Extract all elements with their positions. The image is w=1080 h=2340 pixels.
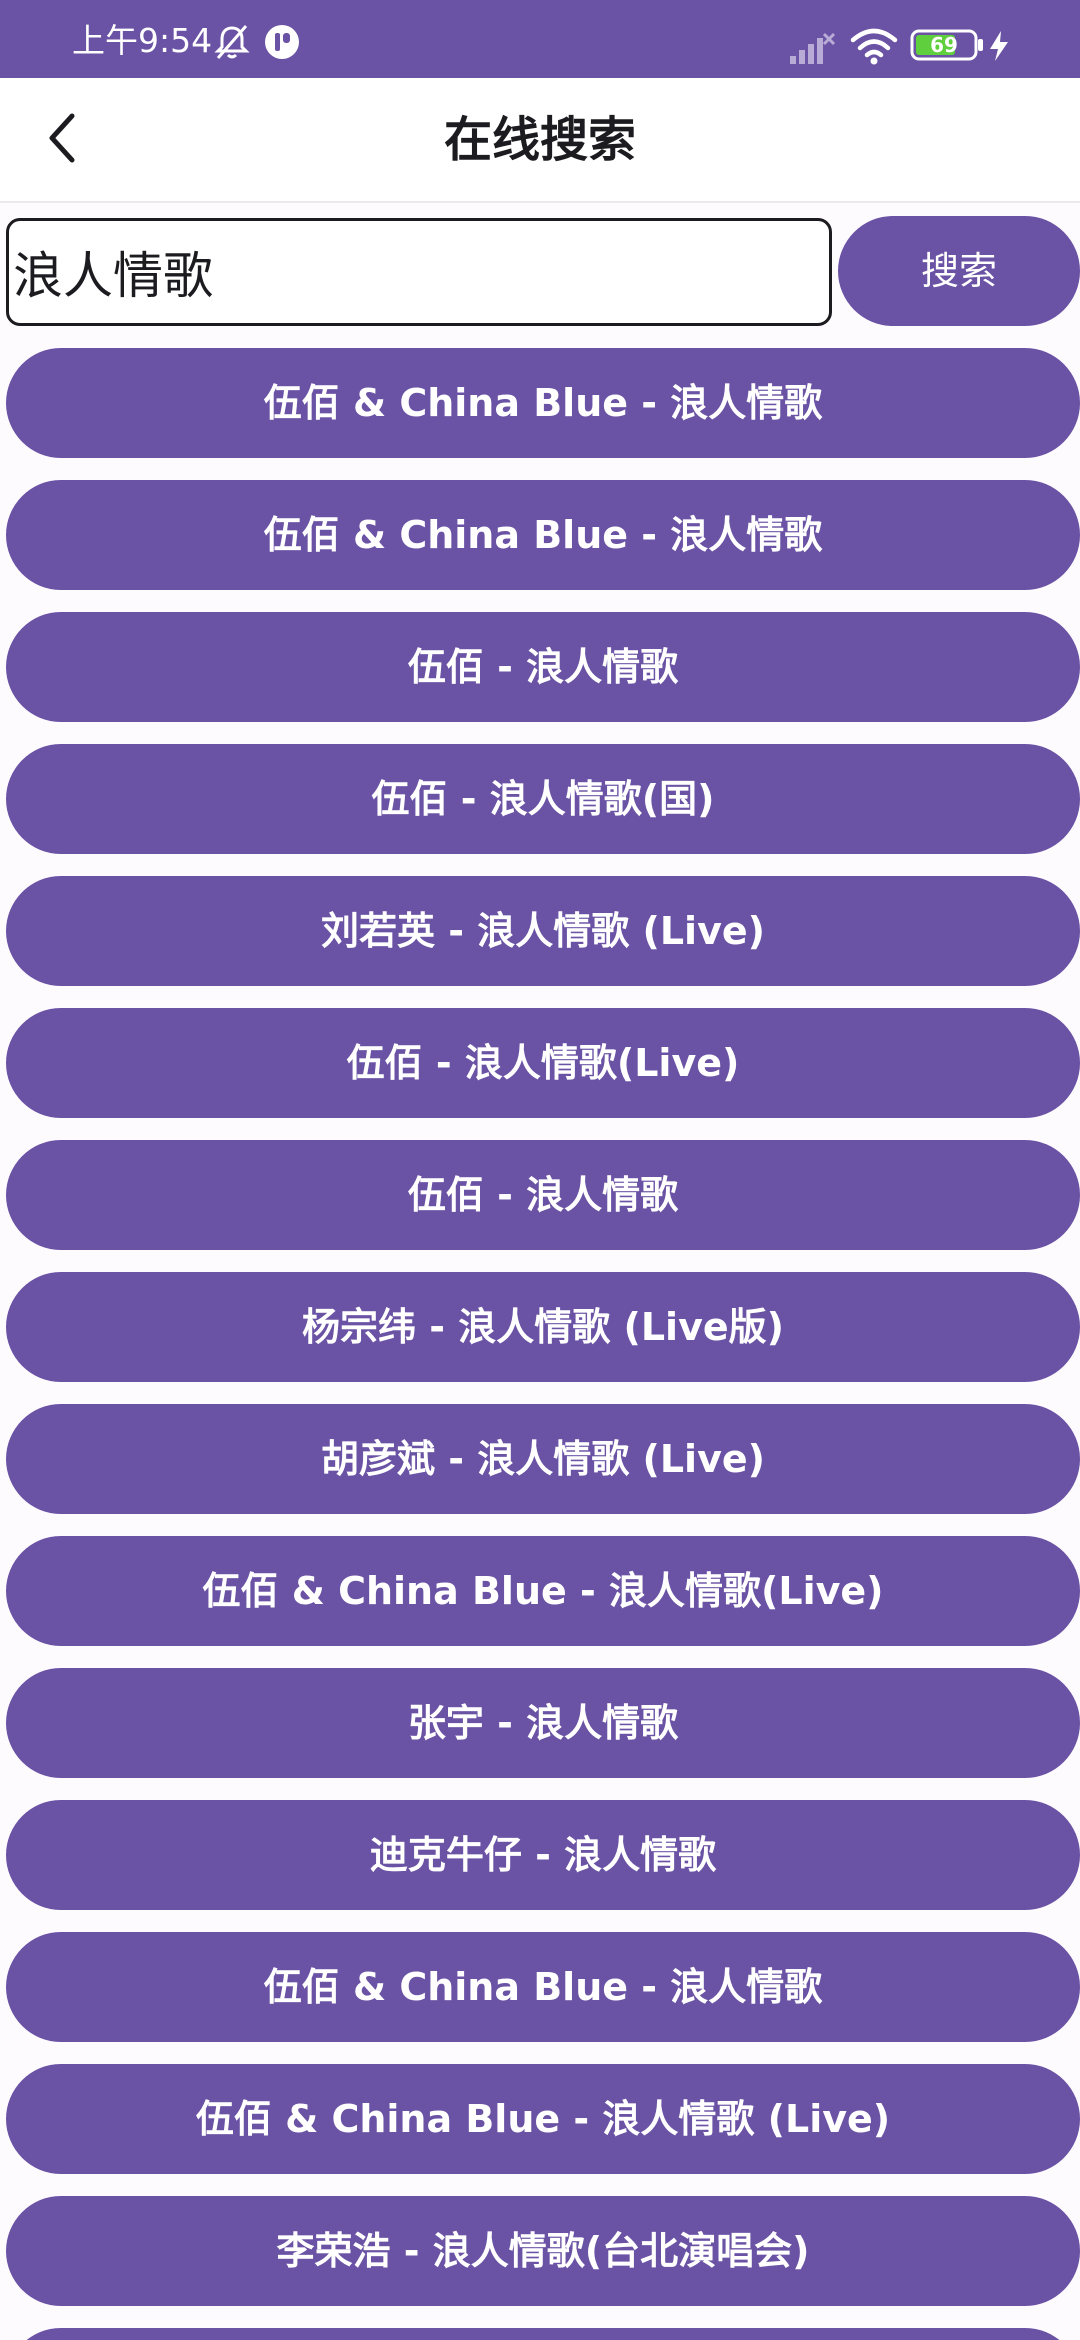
battery-level: 69 bbox=[930, 33, 958, 57]
search-input[interactable] bbox=[6, 218, 832, 326]
back-arrow-icon bbox=[42, 110, 82, 170]
result-item[interactable]: 伍佰 - 浪人情歌 bbox=[6, 612, 1080, 722]
charging-bolt-icon bbox=[988, 30, 1010, 62]
results-list: 伍佰 & China Blue - 浪人情歌 伍佰 & China Blue -… bbox=[6, 348, 1080, 2340]
result-item[interactable]: 杨宗纬 - 浪人情歌 (Live版) bbox=[6, 1272, 1080, 1382]
result-item[interactable] bbox=[6, 2328, 1080, 2340]
result-item[interactable]: 伍佰 & China Blue - 浪人情歌 bbox=[6, 480, 1080, 590]
cellular-signal-icon bbox=[788, 30, 836, 66]
result-item[interactable]: 胡彦斌 - 浪人情歌 (Live) bbox=[6, 1404, 1080, 1514]
status-bar: 上午9:54 69 bbox=[0, 0, 1080, 78]
search-button[interactable]: 搜索 bbox=[838, 216, 1080, 326]
result-item[interactable]: 刘若英 - 浪人情歌 (Live) bbox=[6, 876, 1080, 986]
result-item[interactable]: 张宇 - 浪人情歌 bbox=[6, 1668, 1080, 1778]
result-item[interactable]: 伍佰 & China Blue - 浪人情歌 (Live) bbox=[6, 2064, 1080, 2174]
wifi-icon bbox=[850, 26, 898, 66]
app-notification-icon bbox=[262, 22, 302, 62]
result-item[interactable]: 伍佰 - 浪人情歌(Live) bbox=[6, 1008, 1080, 1118]
result-item[interactable]: 迪克牛仔 - 浪人情歌 bbox=[6, 1800, 1080, 1910]
result-item[interactable]: 伍佰 & China Blue - 浪人情歌 bbox=[6, 1932, 1080, 2042]
status-time: 上午9:54 bbox=[72, 21, 213, 60]
title-bar: 在线搜索 bbox=[0, 78, 1080, 203]
result-item[interactable]: 伍佰 & China Blue - 浪人情歌 bbox=[6, 348, 1080, 458]
page-title: 在线搜索 bbox=[443, 112, 636, 168]
notifications-off-icon bbox=[212, 22, 252, 62]
result-item[interactable]: 伍佰 & China Blue - 浪人情歌(Live) bbox=[6, 1536, 1080, 1646]
result-item[interactable]: 李荣浩 - 浪人情歌(台北演唱会) bbox=[6, 2196, 1080, 2306]
result-item[interactable]: 伍佰 - 浪人情歌 bbox=[6, 1140, 1080, 1250]
result-item[interactable]: 伍佰 - 浪人情歌(国) bbox=[6, 744, 1080, 854]
back-button[interactable] bbox=[30, 108, 94, 172]
